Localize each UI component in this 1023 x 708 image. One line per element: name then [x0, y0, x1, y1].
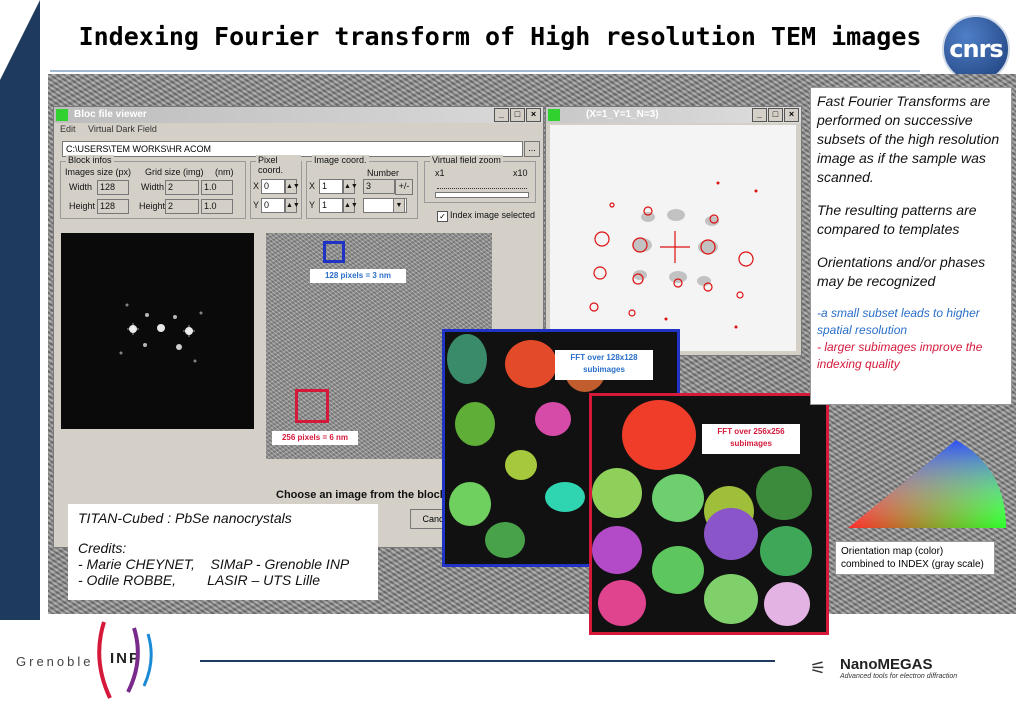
credit1-name: - Marie CHEYNET, [78, 556, 195, 572]
minimize-icon[interactable]: _ [494, 108, 509, 122]
footer-rule [200, 660, 775, 662]
image-width-field: 128 [97, 180, 129, 195]
image-number-field: 3 [363, 179, 395, 194]
zoom-slider[interactable] [435, 192, 529, 198]
zoom-min-label: x1 [435, 168, 445, 178]
title-rule [50, 70, 920, 72]
fft-spots [119, 303, 203, 363]
sample-line: TITAN-Cubed : PbSe nanocrystals [78, 510, 292, 526]
image-y-spinner[interactable]: ▲▼ [343, 198, 358, 213]
choose-image-text: Choose an image from the block [276, 489, 446, 501]
explanation-p1: Fast Fourier Transforms are performed on… [817, 93, 1000, 185]
fft128-label: FFT over 128x128 subimages [555, 350, 653, 380]
image-y-label: Y [309, 200, 316, 210]
pixel-x-field[interactable]: 0 [261, 179, 285, 194]
nanomegas-tagline: Advanced tools for electron diffraction [840, 673, 958, 680]
grid-width-label: Width [141, 182, 165, 192]
pattern-minimize-icon[interactable]: _ [752, 108, 767, 122]
pixel-x-label: X [253, 181, 260, 191]
left-accent-bar [0, 0, 40, 620]
explanation-p3: Orientations and/or phases may be recogn… [817, 254, 986, 289]
grid-height-field: 2 [165, 199, 199, 214]
nanomegas-name: NanoMEGAS [840, 656, 933, 673]
pattern-maximize-icon[interactable]: □ [768, 108, 783, 122]
grid-width-field: 2 [165, 180, 199, 195]
close-icon[interactable]: × [526, 108, 541, 122]
window-titlebar[interactable]: Bloc file viewer _ □ × [54, 107, 543, 123]
image-height-field: 128 [97, 199, 129, 214]
diffraction-pattern-window: (X=1_Y=1_N=3) _ □ × [545, 106, 802, 356]
credits-label: Credits: [78, 540, 127, 556]
height-label: Height [69, 201, 96, 211]
explanation-red: - larger subimages improve the indexing … [817, 340, 983, 371]
fft-pattern-image [61, 233, 254, 429]
width-label: Width [69, 182, 93, 192]
sample-credits-box: TITAN-Cubed : PbSe nanocrystals Credits:… [68, 504, 378, 600]
image-coord-group: Image coord. Number X 1 ▲▼ 3 +/- Y 1 ▲▼ … [306, 155, 418, 219]
block-infos-group: Block infos Images size (px) Grid size (… [60, 155, 246, 219]
plus-minus-button[interactable]: +/- [395, 179, 413, 195]
image-x-field[interactable]: 1 [319, 179, 343, 194]
pixel-x-spinner[interactable]: ▲▼ [285, 179, 300, 194]
pixel-y-label: Y [253, 200, 260, 210]
credit2-lab: LASIR – UTS Lille [207, 572, 320, 588]
pixel-y-spinner[interactable]: ▲▼ [285, 198, 300, 213]
selection-256-box[interactable] [295, 389, 329, 423]
grid-height-label: Height [139, 201, 166, 211]
credit2-name: - Odile ROBBE, [78, 572, 177, 588]
label-256-pixels: 256 pixels = 6 nm [272, 431, 358, 445]
grenoble-arcs-icon [97, 621, 153, 699]
virtual-zoom-group: Virtual field zoom x1 x10 [424, 155, 536, 203]
menu-virtual-dark-field[interactable]: Virtual Dark Field [88, 124, 157, 134]
grid-size-label: Grid size (img) [145, 167, 204, 177]
index-image-label: Index image selected [450, 210, 536, 220]
pixel-coord-group: Pixel coord. X 0 ▲▼ Y 0 ▲▼ [250, 155, 302, 219]
grenoble-inp-logo: Grenoble INP [16, 620, 166, 700]
browse-button[interactable]: ... [524, 141, 540, 157]
credit1-lab: SIMaP - Grenoble INP [210, 556, 350, 572]
cnrs-logo: cnrs [942, 15, 1010, 83]
nm-width-field: 1.0 [201, 180, 233, 195]
nm-height-field: 1.0 [201, 199, 233, 214]
explanation-blue: -a small subset leads to higher spatial … [817, 306, 980, 337]
zoom-max-label: x10 [513, 168, 528, 178]
number-label: Number [367, 168, 400, 178]
pattern-close-icon[interactable]: × [784, 108, 799, 122]
fft256-label: FFT over 256x256 subimages [702, 424, 800, 454]
images-size-label: Images size (px) [65, 167, 132, 177]
indexed-pattern [589, 181, 758, 329]
pattern-canvas [550, 125, 796, 351]
index-image-checkbox[interactable]: ✓ [437, 211, 448, 222]
explanation-p2: The resulting patterns are compared to t… [817, 202, 977, 237]
menu-edit[interactable]: Edit [60, 124, 76, 134]
image-x-label: X [309, 181, 316, 191]
window-title: Bloc file viewer [74, 109, 147, 120]
selection-128-box[interactable] [323, 241, 345, 263]
image-x-spinner[interactable]: ▲▼ [343, 179, 358, 194]
nm-label: (nm) [215, 167, 234, 177]
chevron-down-icon[interactable]: ▼ [393, 198, 405, 213]
pixel-y-field[interactable]: 0 [261, 198, 285, 213]
color-triangle-icon [848, 440, 1006, 528]
pattern-window-title: (X=1_Y=1_N=3) [586, 109, 659, 120]
maximize-icon[interactable]: □ [510, 108, 525, 122]
app-icon [56, 109, 68, 121]
slide-title: Indexing Fourier transform of High resol… [78, 22, 922, 51]
orientation-caption: Orientation map (color) combined to INDE… [835, 541, 995, 575]
nanomegas-icon: ⚟ [810, 658, 827, 678]
pattern-window-titlebar[interactable]: (X=1_Y=1_N=3) _ □ × [546, 107, 801, 123]
image-y-field[interactable]: 1 [319, 198, 343, 213]
left-accent-notch [0, 0, 40, 80]
orientation-color-key [846, 438, 1008, 530]
pattern-app-icon [548, 109, 560, 121]
label-128-pixels: 128 pixels = 3 nm [310, 269, 406, 283]
nanomegas-logo: ⚟ NanoMEGAS Advanced tools for electron … [810, 656, 1010, 686]
zoom-ticks [437, 182, 527, 189]
menu-bar: Edit Virtual Dark Field [54, 123, 543, 135]
explanation-panel: Fast Fourier Transforms are performed on… [810, 87, 1012, 405]
